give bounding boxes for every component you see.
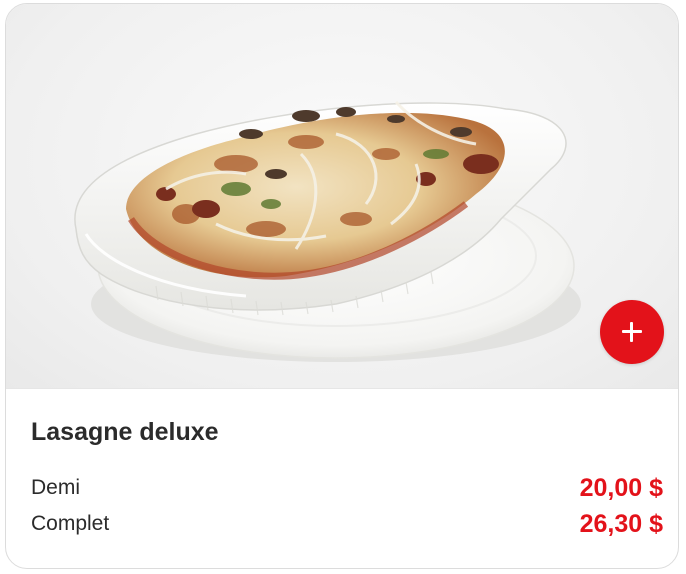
size-label: Complet (31, 512, 110, 535)
plus-icon (600, 300, 664, 364)
product-title: Lasagne deluxe (31, 418, 219, 446)
size-label: Demi (31, 476, 81, 499)
product-card[interactable]: Lasagne deluxe Demi 20,00 $ Complet 26,3… (5, 3, 679, 569)
price-value: 26,30 $ (579, 510, 663, 538)
lasagna-dish-photo (74, 100, 581, 362)
price-value: 20,00 $ (579, 474, 663, 502)
product-image (6, 4, 678, 389)
add-to-cart-button[interactable] (600, 300, 664, 364)
price-option-row: Demi 20,00 $ (31, 474, 663, 506)
price-option-row: Complet 26,30 $ (31, 510, 663, 542)
